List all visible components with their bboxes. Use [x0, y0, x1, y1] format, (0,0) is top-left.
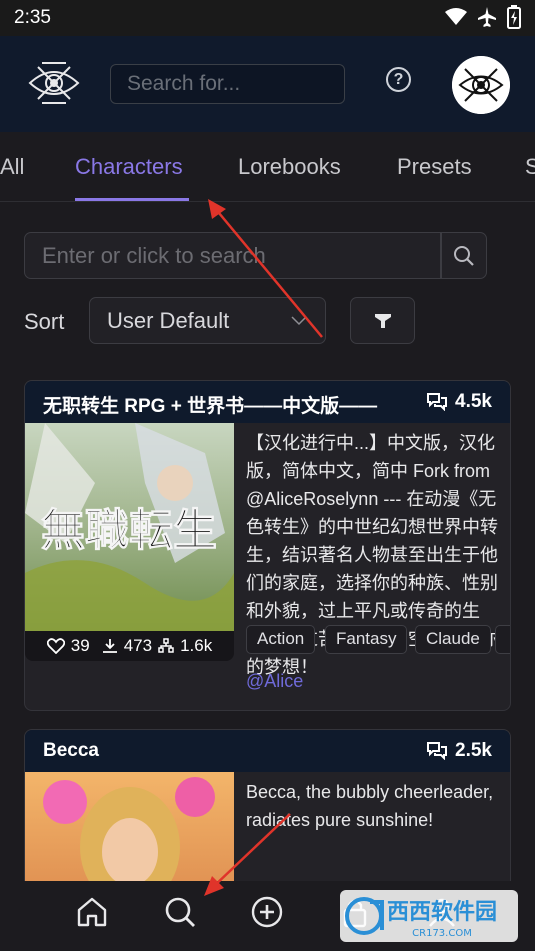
help-button[interactable]: ?	[386, 67, 411, 92]
downloads-count: 473	[123, 636, 153, 655]
card-title: Becca	[43, 740, 99, 761]
tag-overflow[interactable]	[495, 625, 510, 654]
card-count: 2.5k	[427, 740, 492, 762]
status-icons	[445, 5, 521, 29]
tab-active-indicator	[75, 198, 189, 201]
header-search[interactable]	[110, 64, 345, 104]
card-header: 无职转生 RPG + 世界书——中文版—— 4.5k	[25, 381, 510, 423]
filter-icon	[375, 314, 391, 328]
battery-icon	[507, 5, 521, 29]
watermark-logo: 西西软件园 CR173.COM	[340, 890, 518, 942]
card-title: 无职转生 RPG + 世界书——中文版——	[43, 396, 378, 417]
home-icon[interactable]	[75, 895, 109, 929]
app-header: ?	[0, 36, 535, 132]
likes-count: 39	[70, 636, 90, 655]
airplane-icon	[478, 7, 496, 27]
tab-presets[interactable]: Presets	[397, 154, 472, 180]
filter-button[interactable]	[350, 297, 415, 344]
heart-icon	[46, 638, 65, 654]
card-image[interactable]: 無職転生	[25, 423, 234, 635]
card-count: 4.5k	[427, 391, 492, 413]
sort-select[interactable]: User Default	[89, 297, 326, 344]
card-artwork: 無職転生	[25, 423, 234, 635]
status-bar: 2:35	[0, 0, 535, 36]
tag-fantasy[interactable]: Fantasy	[325, 625, 408, 654]
download-icon	[102, 639, 117, 653]
tokens-count: 1.6k	[180, 636, 213, 655]
tab-more[interactable]: S	[525, 154, 535, 180]
card-stats: 39 473 1.6k	[25, 631, 234, 661]
card-description: Becca, the bubbly cheerleader, radiates …	[246, 782, 494, 830]
sort-value: User Default	[107, 308, 230, 333]
search-divider	[440, 233, 442, 278]
user-avatar[interactable]	[452, 56, 510, 114]
search-icon[interactable]	[163, 895, 197, 929]
character-card[interactable]: 无职转生 RPG + 世界书——中文版—— 4.5k 無職転生 39 473 1…	[24, 380, 511, 711]
wifi-icon	[445, 8, 467, 25]
logo-eye-icon[interactable]	[24, 53, 84, 113]
card-author[interactable]: @Alice	[246, 671, 303, 692]
header-search-input[interactable]	[111, 65, 344, 103]
card-count-value: 2.5k	[455, 740, 492, 761]
tab-characters[interactable]: Characters	[75, 154, 183, 180]
tag-action[interactable]: Action	[246, 625, 316, 654]
character-search[interactable]	[24, 232, 487, 279]
tokens-icon	[158, 638, 174, 653]
add-icon[interactable]	[250, 895, 284, 929]
chevron-down-icon	[291, 316, 307, 326]
sort-label: Sort	[24, 309, 65, 334]
chat-icon	[427, 742, 448, 760]
tab-all[interactable]: All	[0, 154, 24, 180]
avatar-eye-icon	[452, 56, 510, 114]
chat-icon	[427, 393, 448, 411]
watermark-text: 西西软件园	[387, 899, 497, 925]
card-header: Becca 2.5k	[25, 730, 510, 772]
status-time: 2:35	[14, 7, 51, 28]
card-image-text: 無職転生	[41, 505, 217, 556]
card-count-value: 4.5k	[455, 391, 492, 412]
tag-claude[interactable]: Claude	[415, 625, 491, 654]
search-icon[interactable]	[453, 245, 475, 267]
character-search-input[interactable]	[25, 233, 441, 278]
watermark-sub: CR173.COM	[412, 928, 472, 939]
tab-lorebooks[interactable]: Lorebooks	[238, 154, 341, 180]
content-tabs: All Characters Lorebooks Presets S	[0, 132, 535, 202]
